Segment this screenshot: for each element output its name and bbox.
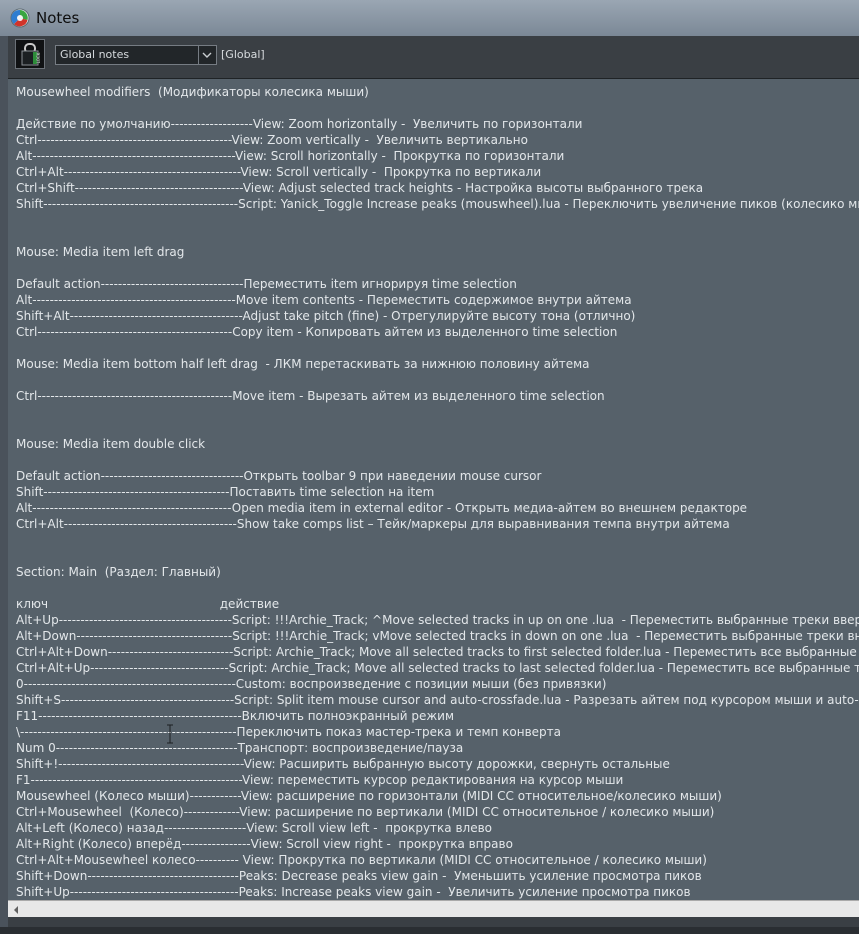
notes-line: Shift+Alt-------------------------------… <box>16 309 636 323</box>
notes-line: Mousewheel (Колесо мыши)------------View… <box>16 789 722 803</box>
notes-line: Shift-----------------------------------… <box>16 485 435 499</box>
lock-icon: LOCK <box>21 43 41 66</box>
notes-line: Alt+Down--------------------------------… <box>16 629 859 643</box>
scope-tag: [Global] <box>221 48 265 61</box>
notes-line: Mouse: Media item double click <box>16 437 206 451</box>
notes-line: Alt-------------------------------------… <box>16 293 632 307</box>
notes-line: Alt+Left (Колесо) назад-----------------… <box>16 821 492 835</box>
lock-button[interactable]: LOCK <box>15 39 45 69</box>
panel-bottom-strip <box>8 917 859 927</box>
notes-line: Shift-----------------------------------… <box>16 197 859 211</box>
notes-line: Alt+Up----------------------------------… <box>16 613 859 627</box>
notes-line: Alt-------------------------------------… <box>16 149 565 163</box>
horizontal-scrollbar[interactable] <box>8 900 859 918</box>
notes-line: Shift+S---------------------------------… <box>16 693 859 707</box>
notes-line: Section: Main (Раздел: Главный) <box>16 565 221 579</box>
notes-text-area[interactable]: Mousewheel modifiers (Модификаторы колес… <box>8 79 859 900</box>
reaper-logo-icon <box>10 8 30 28</box>
text-cursor-icon <box>167 724 173 744</box>
window-frame-bottom <box>0 927 859 934</box>
notes-line: Alt-------------------------------------… <box>16 501 748 515</box>
notes-line: Ctrl+Mousewheel (Колесо)-------------Vie… <box>16 805 715 819</box>
notes-line: Alt+Right (Колесо) вперёд---------------… <box>16 837 513 851</box>
notes-line: Действие по умолчанию-------------------… <box>16 117 583 131</box>
window-title: Notes <box>36 9 80 27</box>
notes-line: Ctrl------------------------------------… <box>16 389 605 403</box>
notes-line: Ctrl------------------------------------… <box>16 325 618 339</box>
notes-line: Ctrl+Shift------------------------------… <box>16 181 704 195</box>
lock-icon-label: LOCK <box>36 52 41 63</box>
notes-line: Default action--------------------------… <box>16 277 517 291</box>
chevron-down-icon[interactable] <box>198 46 216 64</box>
notes-content[interactable]: Mousewheel modifiers (Модификаторы колес… <box>16 84 859 900</box>
notes-line: Mouse: Media item left drag <box>16 245 185 259</box>
notes-line: Ctrl+Alt+Down---------------------------… <box>16 645 859 659</box>
notes-line: Default action--------------------------… <box>16 469 542 483</box>
notes-line: Mousewheel modifiers (Модификаторы колес… <box>16 85 369 99</box>
notes-line: Mouse: Media item bottom half left drag … <box>16 357 590 371</box>
notes-line: Ctrl+Alt+Mousewheel колесо---------- Vie… <box>16 853 707 867</box>
notes-line: ключ действие <box>16 597 280 611</box>
notes-line: Ctrl------------------------------------… <box>16 133 528 147</box>
notes-scope-dropdown[interactable]: Global notes <box>55 45 217 65</box>
notes-window: Notes LOCK Global notes [Global] Mousewh… <box>0 0 859 934</box>
notes-line: Num 0-----------------------------------… <box>16 741 464 755</box>
notes-line: F1--------------------------------------… <box>16 773 624 787</box>
title-bar[interactable]: Notes <box>0 0 859 36</box>
notes-toolbar: LOCK Global notes [Global] <box>8 36 859 79</box>
notes-line: Shift+Down------------------------------… <box>16 869 702 883</box>
notes-line: Shift+!---------------------------------… <box>16 757 670 771</box>
notes-line: Shift+Up--------------------------------… <box>16 885 691 899</box>
notes-line: Ctrl+Alt--------------------------------… <box>16 165 542 179</box>
notes-line: F11-------------------------------------… <box>16 709 454 723</box>
dropdown-selected-value: Global notes <box>60 48 130 61</box>
notes-line: \---------------------------------------… <box>16 725 562 739</box>
notes-line: Ctrl+Alt--------------------------------… <box>16 517 730 531</box>
notes-line: Ctrl+Alt+Up-----------------------------… <box>16 661 859 675</box>
notes-panel: LOCK Global notes [Global] Mousewheel mo… <box>8 36 859 927</box>
notes-line: 0---------------------------------------… <box>16 677 607 691</box>
scroll-left-arrow-icon[interactable] <box>12 905 20 915</box>
